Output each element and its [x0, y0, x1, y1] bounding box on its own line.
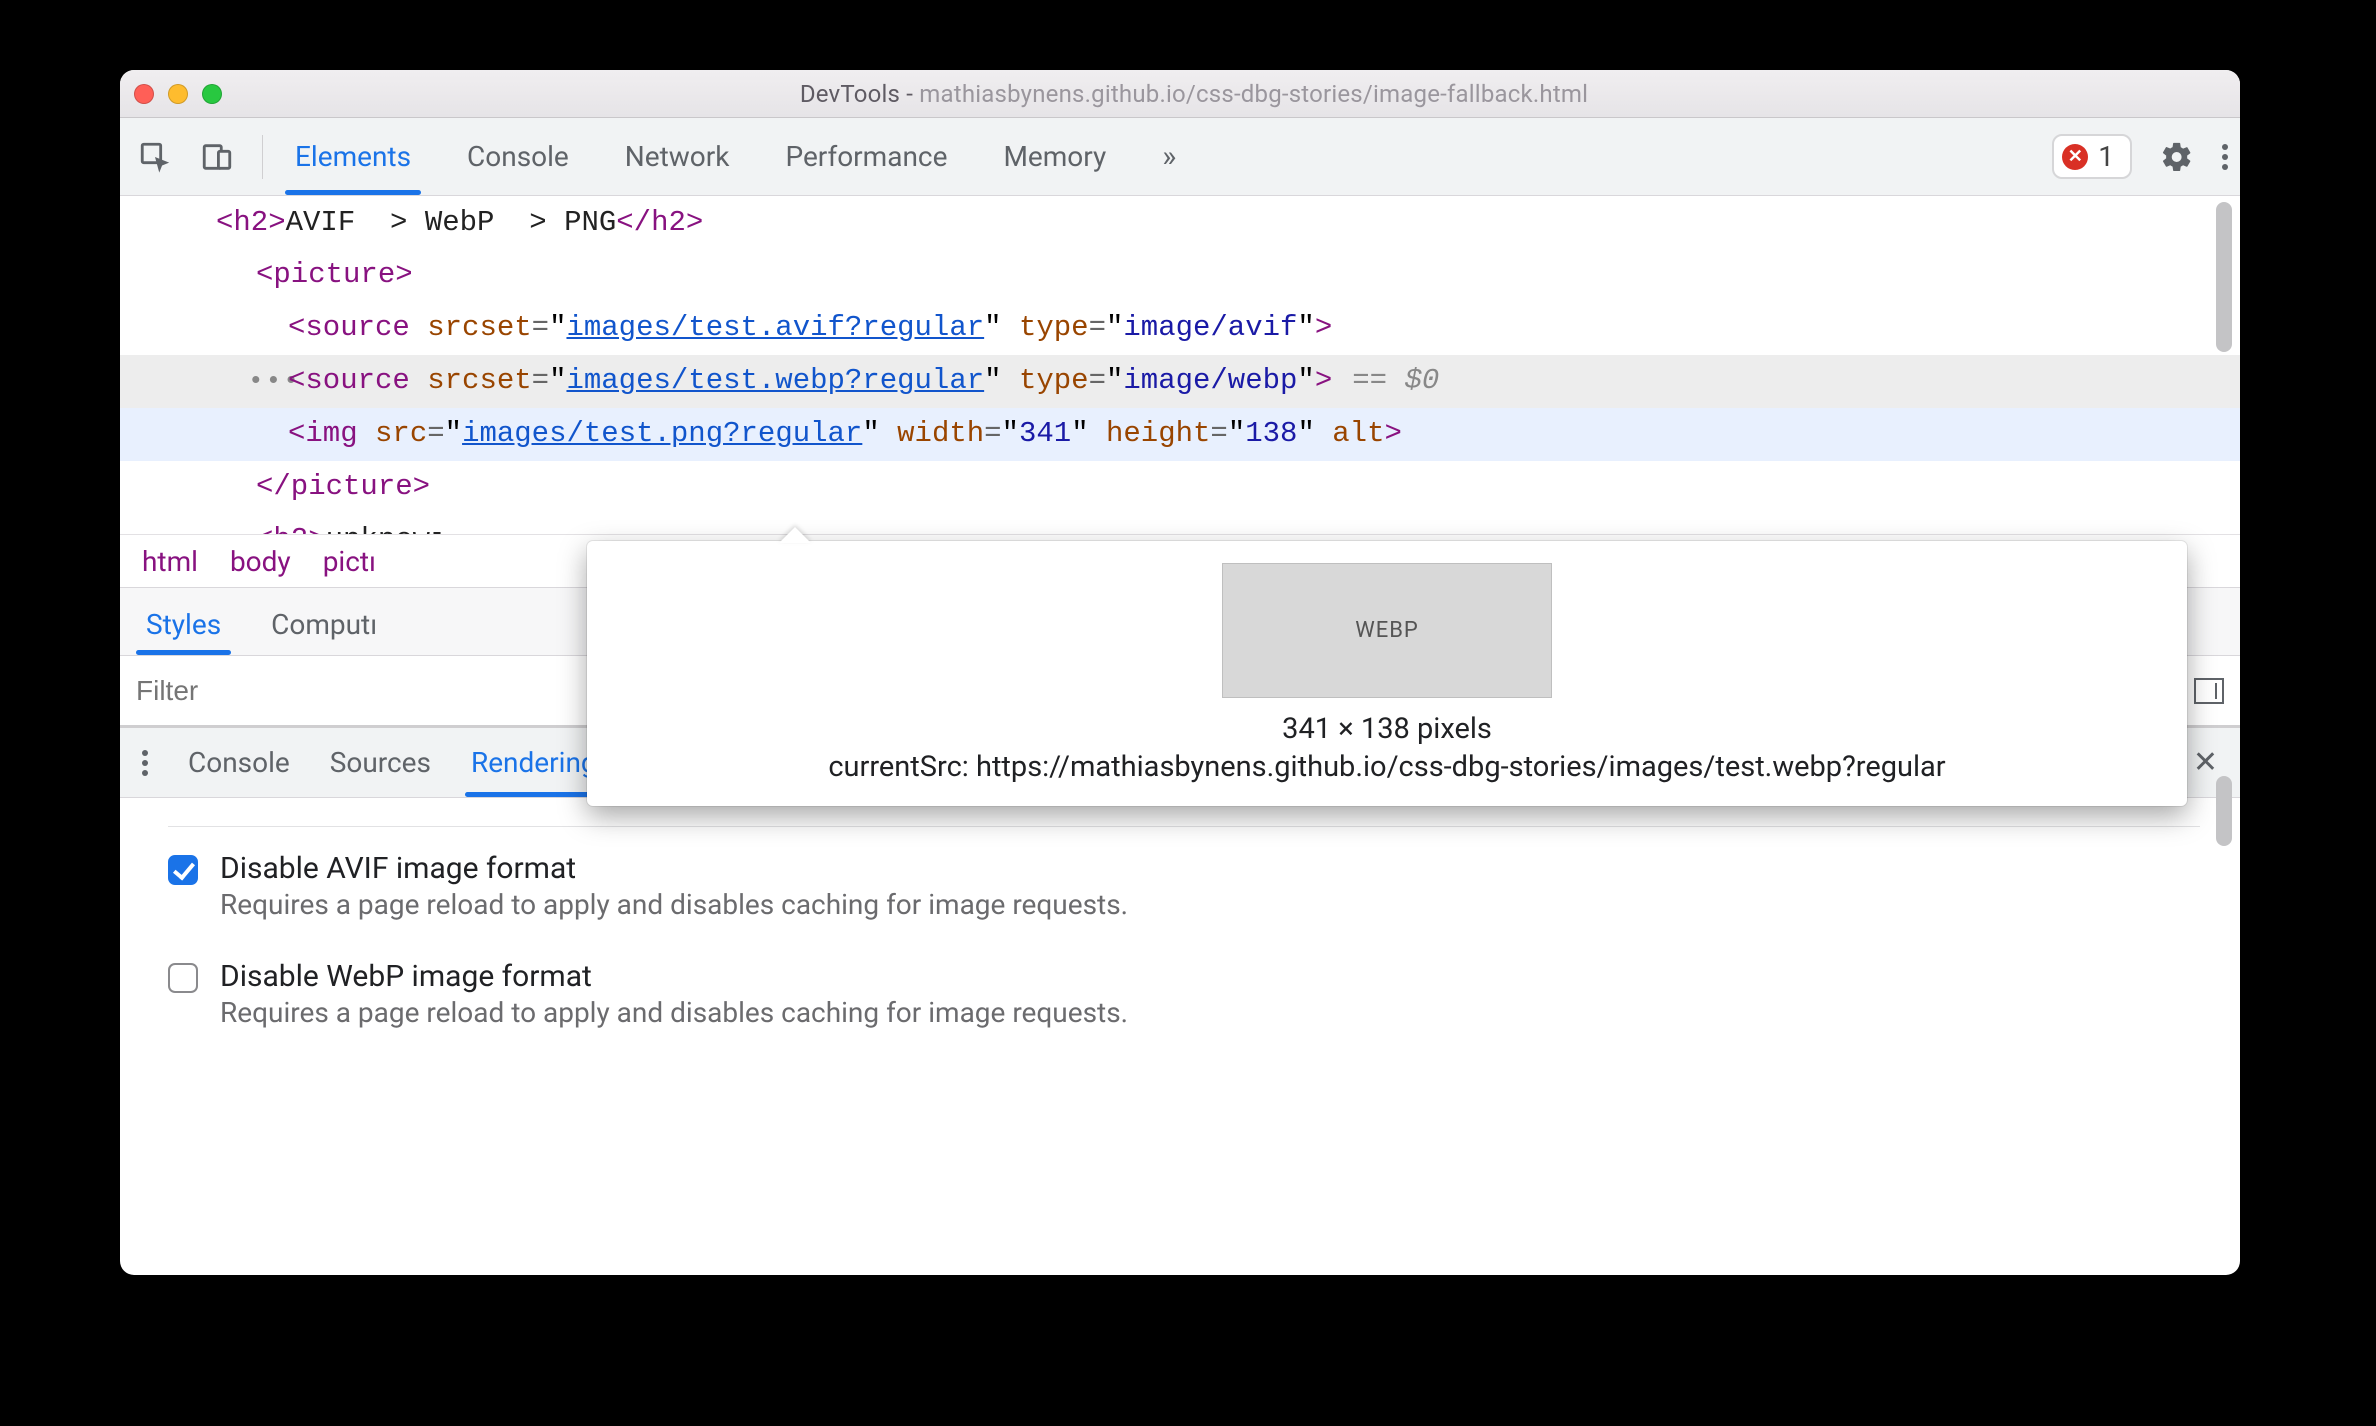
main-toolbar: Elements Console Network Performance Mem…: [120, 118, 2240, 196]
tooltip-dimensions: 341 × 138 pixels: [611, 712, 2163, 746]
window-controls: [134, 84, 222, 104]
drawer-kebab-icon[interactable]: [142, 728, 148, 797]
drawer-close-icon[interactable]: ✕: [2193, 745, 2218, 780]
option-label: Disable WebP image format: [220, 959, 1128, 994]
close-window-button[interactable]: [134, 84, 154, 104]
more-options-icon[interactable]: [2222, 144, 2228, 170]
inspect-element-icon[interactable]: [138, 140, 172, 174]
breadcrumb-item[interactable]: html: [142, 545, 198, 578]
dom-row[interactable]: <source srcset="images/test.avif?regular…: [120, 302, 2240, 355]
tab-console[interactable]: Console: [463, 118, 573, 195]
option-disable-avif: Disable AVIF image format Requires a pag…: [168, 833, 2200, 941]
panel-tabs: Elements Console Network Performance Mem…: [291, 118, 1180, 195]
drawer-tab-console[interactable]: Console: [188, 728, 290, 797]
zoom-window-button[interactable]: [202, 84, 222, 104]
scrollbar[interactable]: [2212, 776, 2236, 846]
minimize-window-button[interactable]: [168, 84, 188, 104]
error-icon: ✕: [2062, 144, 2088, 170]
breadcrumb-item[interactable]: body: [230, 545, 291, 578]
image-preview-tooltip: WEBP 341 × 138 pixels currentSrc: https:…: [587, 541, 2187, 806]
tab-memory[interactable]: Memory: [999, 118, 1110, 195]
checkbox-avif[interactable]: [168, 855, 198, 885]
error-number: 1: [2098, 140, 2114, 173]
settings-gear-icon[interactable]: [2160, 140, 2194, 174]
option-sub: Requires a page reload to apply and disa…: [220, 996, 1128, 1029]
titlebar: DevTools - mathiasbynens.github.io/css-d…: [120, 70, 2240, 118]
option-label: Disable AVIF image format: [220, 851, 1128, 886]
styles-tab-styles[interactable]: Styles: [142, 596, 225, 655]
title-url: mathiasbynens.github.io/css-dbg-stories/…: [919, 80, 1588, 108]
dom-row[interactable]: </picture>: [120, 461, 2240, 514]
elements-tree[interactable]: <h2>AVIF > WebP > PNG</h2> <picture> <so…: [120, 196, 2240, 534]
dom-row[interactable]: <h2>unknowı: [120, 514, 2240, 534]
dom-row[interactable]: <picture>: [120, 249, 2240, 302]
checkbox-webp[interactable]: [168, 963, 198, 993]
tooltip-thumbnail: WEBP: [1222, 563, 1552, 698]
breadcrumb-item[interactable]: pictı: [323, 545, 376, 578]
styles-tab-computed[interactable]: Computı: [267, 596, 381, 655]
option-sub: Requires a page reload to apply and disa…: [220, 888, 1128, 921]
drawer-tab-sources[interactable]: Sources: [330, 728, 431, 797]
tab-elements[interactable]: Elements: [291, 118, 415, 195]
devtools-window: DevTools - mathiasbynens.github.io/css-d…: [120, 70, 2240, 1275]
dom-row-selected[interactable]: ••• <source srcset="images/test.webp?reg…: [120, 355, 2240, 408]
toggle-sidebar-icon[interactable]: [2194, 678, 2224, 704]
styles-filter-input[interactable]: [136, 675, 497, 707]
rendering-panel: Disable AVIF image format Requires a pag…: [120, 798, 2240, 1089]
tab-overflow-button[interactable]: »: [1158, 118, 1180, 195]
option-disable-webp: Disable WebP image format Requires a pag…: [168, 941, 2200, 1049]
window-title: DevTools - mathiasbynens.github.io/css-d…: [222, 80, 2166, 108]
scrollbar[interactable]: [2212, 202, 2236, 532]
errors-count[interactable]: ✕ 1: [2052, 134, 2132, 179]
tab-performance[interactable]: Performance: [781, 118, 951, 195]
tooltip-currentsrc: currentSrc: https://mathiasbynens.github…: [611, 750, 2163, 784]
selected-marker: == $0: [1352, 355, 1439, 407]
title-prefix: DevTools -: [800, 80, 919, 108]
dom-row-hover[interactable]: <img src="images/test.png?regular" width…: [120, 408, 2240, 461]
device-toolbar-icon[interactable]: [200, 140, 234, 174]
tab-network[interactable]: Network: [621, 118, 734, 195]
dom-row[interactable]: <h2>AVIF > WebP > PNG</h2>: [120, 196, 2240, 249]
